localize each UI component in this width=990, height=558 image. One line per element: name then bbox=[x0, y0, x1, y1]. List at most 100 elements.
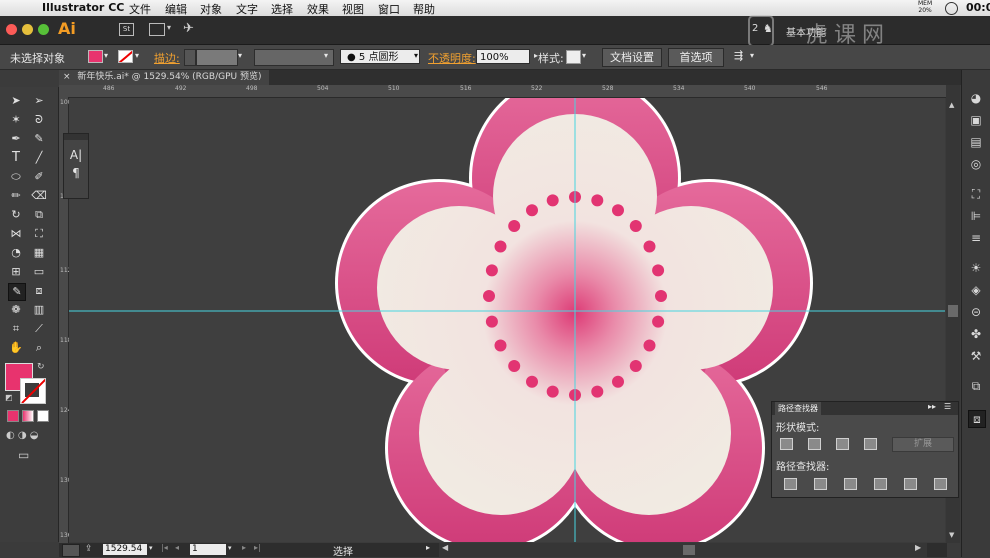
opacity-label[interactable]: 不透明度: bbox=[428, 50, 476, 66]
ring-dot[interactable] bbox=[494, 240, 507, 253]
gpu-performance-icon[interactable]: ✈ bbox=[183, 21, 194, 36]
unite-icon[interactable] bbox=[780, 438, 793, 450]
rotate-icon[interactable]: ↻ bbox=[8, 207, 24, 223]
links-icon[interactable]: ⊝ bbox=[968, 304, 984, 320]
line-icon[interactable]: ╱ bbox=[31, 150, 47, 166]
opacity-input[interactable]: 100% bbox=[476, 49, 530, 64]
ring-dot[interactable] bbox=[526, 204, 538, 217]
pen-icon[interactable]: ✒ bbox=[8, 131, 24, 147]
width-tool-icon[interactable]: ⋈ bbox=[8, 226, 24, 242]
scroll-left-icon[interactable]: ◀ bbox=[442, 543, 448, 552]
gradient-icon[interactable]: ▭ bbox=[31, 264, 47, 280]
close-tab-icon[interactable]: × bbox=[63, 72, 71, 82]
stroke-label[interactable]: 描边: bbox=[154, 50, 180, 66]
none-mode-icon[interactable] bbox=[37, 410, 49, 422]
fill-dropdown-chevron-icon[interactable]: ▾ bbox=[104, 51, 108, 60]
mesh-icon[interactable]: ⊞ bbox=[8, 264, 24, 280]
ring-dot[interactable] bbox=[629, 360, 642, 372]
type-icon[interactable]: T bbox=[8, 150, 24, 166]
transform-icon[interactable]: ⛶ bbox=[968, 186, 984, 202]
ring-dot[interactable] bbox=[612, 375, 624, 388]
h-scroll-thumb[interactable] bbox=[683, 545, 695, 555]
stroke-weight-chevron-icon[interactable]: ▾ bbox=[238, 51, 242, 60]
menu-type[interactable]: 文字 bbox=[236, 1, 258, 17]
ring-dot[interactable] bbox=[526, 375, 538, 388]
exclude-icon[interactable] bbox=[864, 438, 877, 450]
fill-swatch[interactable] bbox=[88, 50, 103, 63]
symbols-icon[interactable]: ✤ bbox=[968, 326, 984, 342]
merge-icon[interactable] bbox=[844, 478, 857, 490]
direct-selection-icon[interactable]: ➢ bbox=[31, 93, 47, 109]
artboards-icon[interactable]: ⧉ bbox=[968, 378, 984, 394]
align-icon[interactable]: ⇶ bbox=[734, 49, 743, 62]
arrange-documents-icon[interactable] bbox=[149, 23, 165, 36]
bridge-button[interactable]: St bbox=[119, 23, 134, 36]
ring-dot[interactable] bbox=[612, 204, 624, 217]
panel-menu-icon[interactable]: ☰ bbox=[944, 402, 951, 411]
stroke-weight-input[interactable] bbox=[196, 49, 238, 66]
app-name[interactable]: Illustrator CC bbox=[42, 1, 124, 14]
ring-dot[interactable] bbox=[508, 360, 521, 372]
lasso-icon[interactable]: ᘐ bbox=[31, 112, 47, 128]
menu-select[interactable]: 选择 bbox=[271, 1, 293, 17]
ring-dot[interactable] bbox=[494, 339, 507, 352]
selection-tool-icon[interactable]: ➤ bbox=[8, 93, 24, 109]
profile-chevron-icon[interactable]: ▾ bbox=[324, 51, 328, 60]
swap-colors-icon[interactable]: ↻ bbox=[37, 362, 45, 372]
status-mode[interactable]: 选择 bbox=[333, 543, 353, 558]
transparency-icon[interactable]: ◎ bbox=[968, 156, 984, 172]
style-chevron-icon[interactable]: ▾ bbox=[582, 51, 586, 60]
curvature-icon[interactable]: ✎ bbox=[31, 131, 47, 147]
scroll-right-icon[interactable]: ▶ bbox=[915, 543, 921, 552]
column-graph-icon[interactable]: ▥ bbox=[31, 302, 47, 318]
shaper-icon[interactable]: ✐ bbox=[31, 169, 47, 185]
ring-dot[interactable] bbox=[591, 385, 604, 398]
appearance-icon[interactable]: ☀ bbox=[968, 260, 984, 276]
brush-definition-select[interactable]: ● 5 点圆形 bbox=[340, 49, 420, 64]
ring-dot[interactable] bbox=[629, 220, 642, 232]
panel-grip[interactable] bbox=[64, 134, 88, 140]
zoom-menu-icon[interactable] bbox=[62, 544, 80, 557]
stroke-dropdown-chevron-icon[interactable]: ▾ bbox=[135, 51, 139, 60]
chevron-down-icon[interactable]: ▾ bbox=[167, 23, 171, 32]
layers-icon[interactable]: ◈ bbox=[968, 282, 984, 298]
ring-dot[interactable] bbox=[483, 290, 495, 302]
last-artboard-icon[interactable]: ▸| bbox=[254, 543, 261, 552]
menu-edit[interactable]: 编辑 bbox=[165, 1, 187, 17]
align-panel-icon[interactable]: ⊫ bbox=[968, 208, 984, 224]
scale-icon[interactable]: ⧉ bbox=[31, 207, 47, 223]
free-transform-icon[interactable]: ⛶ bbox=[31, 226, 47, 242]
ring-dot[interactable] bbox=[643, 240, 656, 253]
brushes-icon[interactable]: ⚒ bbox=[968, 348, 984, 364]
eraser-icon[interactable]: ⌫ bbox=[31, 188, 47, 204]
paragraph-align-icon[interactable]: ≡ bbox=[968, 230, 984, 246]
gradient-panel-icon[interactable]: ▤ bbox=[968, 134, 984, 150]
minus-front-icon[interactable] bbox=[808, 438, 821, 450]
zoom-input[interactable]: 1529.54 bbox=[103, 544, 147, 555]
horizontal-ruler[interactable]: 486 492 498 504 510 516 522 528 534 540 … bbox=[59, 85, 947, 98]
character-panel-icon[interactable]: A| bbox=[64, 148, 88, 162]
artboard-number-input[interactable]: 1 bbox=[190, 544, 226, 555]
close-window-button[interactable] bbox=[6, 24, 17, 35]
swatches-icon[interactable]: ▣ bbox=[968, 112, 984, 128]
ring-dot[interactable] bbox=[546, 385, 559, 398]
menu-help[interactable]: 帮助 bbox=[413, 1, 435, 17]
ring-dot[interactable] bbox=[508, 220, 521, 232]
scroll-thumb[interactable] bbox=[948, 305, 958, 317]
next-artboard-icon[interactable]: ▸ bbox=[242, 543, 246, 552]
ring-dot[interactable] bbox=[643, 339, 656, 352]
ring-dot[interactable] bbox=[485, 315, 498, 328]
ellipse-icon[interactable]: ⬭ bbox=[8, 169, 24, 185]
ring-dot[interactable] bbox=[652, 264, 665, 277]
collapse-panel-icon[interactable]: ▸▸ bbox=[928, 402, 936, 411]
stroke-weight-stepper[interactable] bbox=[184, 49, 196, 66]
screen-mode-icon[interactable]: ▭ bbox=[18, 448, 29, 462]
hand-icon[interactable]: ✋ bbox=[8, 340, 24, 356]
slice-icon[interactable]: ⟋ bbox=[31, 321, 47, 337]
status-menu-icon[interactable]: ▸ bbox=[426, 543, 430, 552]
color-mode-icon[interactable] bbox=[7, 410, 19, 422]
share-icon[interactable]: ⇪ bbox=[85, 544, 93, 554]
stroke-color-swatch[interactable] bbox=[20, 378, 46, 404]
horizontal-scrollbar[interactable]: ◀ ▶ bbox=[439, 543, 927, 557]
variable-width-profile[interactable] bbox=[254, 49, 334, 66]
